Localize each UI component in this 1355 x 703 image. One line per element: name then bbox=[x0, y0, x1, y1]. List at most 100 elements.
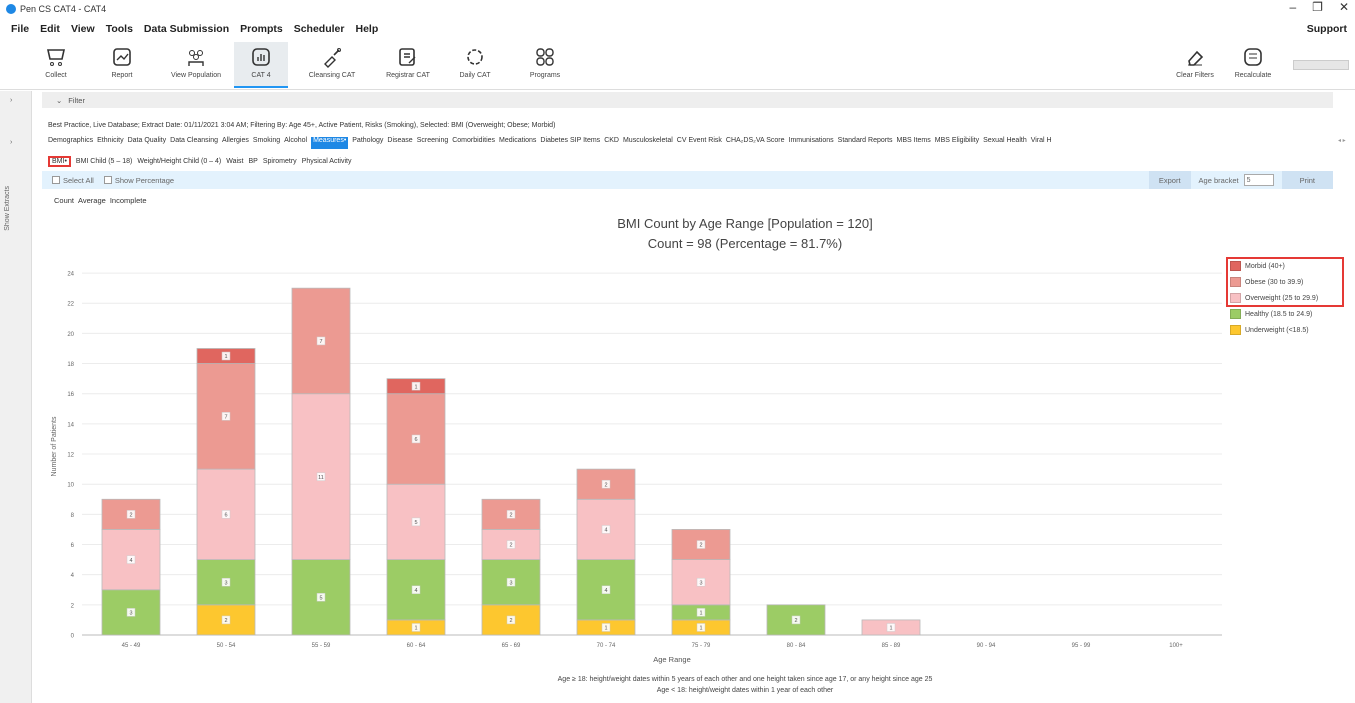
app-logo-icon bbox=[6, 4, 16, 14]
menu-edit[interactable]: Edit bbox=[40, 23, 60, 35]
restore-button[interactable]: ❐ bbox=[1312, 0, 1323, 14]
y-tick-label: 16 bbox=[67, 392, 74, 398]
expand-arrow-icon[interactable]: › bbox=[10, 97, 12, 104]
subtab-spirometry[interactable]: Spirometry bbox=[263, 158, 297, 165]
tab-ethnicity[interactable]: Ethnicity bbox=[97, 137, 123, 149]
tab-mbs-eligibility[interactable]: MBS Eligibility bbox=[935, 137, 979, 149]
filter-toggle-icon[interactable]: ⌄ bbox=[56, 96, 62, 105]
clear-filters-button[interactable]: Clear Filters bbox=[1170, 42, 1220, 88]
tab-average[interactable]: Average bbox=[78, 196, 106, 205]
menu-data-submission[interactable]: Data Submission bbox=[144, 23, 229, 35]
data-label: 11 bbox=[318, 475, 324, 481]
tab-allergies[interactable]: Allergies bbox=[222, 137, 249, 149]
tab-medications[interactable]: Medications bbox=[499, 137, 536, 149]
report-button[interactable]: Report bbox=[100, 42, 144, 88]
extracts-panel[interactable]: › › Show Extracts bbox=[0, 91, 32, 703]
tab-standard-reports[interactable]: Standard Reports bbox=[838, 137, 893, 149]
cleansing-cat-button[interactable]: Cleansing CAT bbox=[300, 42, 364, 88]
ribbon-toolbar: Collect Report View Population CAT 4 Cle… bbox=[0, 40, 1355, 90]
show-percentage-checkbox[interactable] bbox=[103, 176, 112, 184]
data-label: 3 bbox=[509, 580, 512, 586]
tab-musculoskeletal[interactable]: Musculoskeletal bbox=[623, 137, 673, 149]
subtab-physical-activity[interactable]: Physical Activity bbox=[302, 158, 352, 165]
y-axis-label: Number of Patients bbox=[51, 416, 58, 476]
menu-tools[interactable]: Tools bbox=[106, 23, 133, 35]
daily-cat-button[interactable]: Daily CAT bbox=[450, 42, 500, 88]
recalculate-button[interactable]: Recalculate bbox=[1228, 42, 1278, 88]
menu-file[interactable]: File bbox=[11, 23, 29, 35]
legend-highlight-box bbox=[1226, 257, 1344, 307]
menu-scheduler[interactable]: Scheduler bbox=[294, 23, 345, 35]
data-label: 3 bbox=[224, 580, 227, 586]
menu-view[interactable]: View bbox=[71, 23, 95, 35]
y-tick-label: 12 bbox=[67, 453, 74, 459]
legend-item[interactable]: Underweight (<18.5) bbox=[1230, 322, 1318, 338]
data-label: 7 bbox=[319, 339, 322, 345]
tab-cv-event-risk[interactable]: CV Event Risk bbox=[677, 137, 722, 149]
menu-support[interactable]: Support bbox=[1307, 23, 1347, 35]
legend-item[interactable]: Healthy (18.5 to 24.9) bbox=[1230, 306, 1318, 322]
x-tick-label: 50 - 54 bbox=[217, 643, 236, 649]
tab-incomplete[interactable]: Incomplete bbox=[110, 196, 147, 205]
minimize-button[interactable]: – bbox=[1289, 0, 1296, 14]
tab-comorbidities[interactable]: Comorbidities bbox=[452, 137, 495, 149]
tab-smoking[interactable]: Smoking bbox=[253, 137, 280, 149]
tab-screening[interactable]: Screening bbox=[417, 137, 449, 149]
cleansing-icon bbox=[324, 48, 341, 68]
tab-measures[interactable]: Measures• bbox=[311, 137, 349, 149]
select-all-checkbox[interactable] bbox=[52, 176, 60, 184]
data-label: 2 bbox=[224, 618, 227, 624]
filter-label[interactable]: Filter bbox=[68, 96, 85, 105]
show-extracts-label[interactable]: Show Extracts bbox=[4, 186, 11, 231]
title-bar: Pen CS CAT4 - CAT4 – ❐ ✕ bbox=[0, 0, 1355, 18]
filter-bar[interactable]: ⌄ Filter bbox=[42, 92, 1333, 108]
programs-button[interactable]: Programs bbox=[520, 42, 570, 88]
expand-arrow-icon-2[interactable]: › bbox=[10, 139, 12, 146]
window-title: Pen CS CAT4 - CAT4 bbox=[20, 4, 107, 14]
tab-demographics[interactable]: Demographics bbox=[48, 137, 93, 149]
subtab-bmi-child[interactable]: BMI Child (5 – 18) bbox=[76, 158, 132, 165]
export-button[interactable]: Export bbox=[1148, 171, 1191, 189]
subtab-bp[interactable]: BP bbox=[249, 158, 258, 165]
menu-bar: File Edit View Tools Data Submission Pro… bbox=[0, 20, 1355, 38]
y-tick-label: 14 bbox=[67, 422, 74, 428]
registrar-cat-button[interactable]: Registrar CAT bbox=[376, 42, 440, 88]
y-tick-label: 0 bbox=[71, 634, 75, 640]
cart-icon bbox=[47, 49, 65, 66]
tab-count[interactable]: Count bbox=[54, 196, 74, 205]
menu-prompts[interactable]: Prompts bbox=[240, 23, 283, 35]
subtab-weight-height-child[interactable]: Weight/Height Child (0 – 4) bbox=[137, 158, 221, 165]
tab-data-cleansing[interactable]: Data Cleansing bbox=[170, 137, 218, 149]
close-button[interactable]: ✕ bbox=[1339, 0, 1349, 14]
y-tick-label: 20 bbox=[67, 332, 74, 338]
registrar-icon bbox=[399, 48, 416, 66]
age-bracket-stepper[interactable]: 5 bbox=[1243, 174, 1274, 186]
data-label: 2 bbox=[604, 482, 607, 488]
search-box[interactable] bbox=[1293, 60, 1349, 70]
tab-scroll-arrows-icon[interactable]: ◂ ▸ bbox=[1338, 137, 1346, 144]
legend-swatch bbox=[1230, 325, 1241, 335]
menu-help[interactable]: Help bbox=[355, 23, 378, 35]
x-tick-label: 45 - 49 bbox=[122, 643, 141, 649]
tab-cha2ds2va[interactable]: CHA₂DS₂VA Score bbox=[726, 137, 785, 149]
collect-button[interactable]: Collect bbox=[36, 42, 76, 88]
tab-pathology[interactable]: Pathology bbox=[352, 137, 383, 149]
tab-data-quality[interactable]: Data Quality bbox=[128, 137, 167, 149]
cat4-button[interactable]: CAT 4 bbox=[234, 42, 288, 88]
data-label: 2 bbox=[699, 543, 702, 549]
subtab-bmi[interactable]: BMI• bbox=[48, 155, 71, 167]
tab-mbs-items[interactable]: MBS Items bbox=[897, 137, 931, 149]
tab-disease[interactable]: Disease bbox=[387, 137, 412, 149]
subtab-waist[interactable]: Waist bbox=[226, 158, 243, 165]
tab-ckd[interactable]: CKD bbox=[604, 137, 619, 149]
data-label: 1 bbox=[414, 626, 417, 632]
tab-sexual-health[interactable]: Sexual Health bbox=[983, 137, 1027, 149]
bmi-stacked-bar-chart: 024681012141618202224Number of Patients3… bbox=[51, 272, 1222, 664]
population-icon bbox=[188, 50, 204, 66]
tab-diabetes-sip[interactable]: Diabetes SIP Items bbox=[540, 137, 600, 149]
print-button[interactable]: Print bbox=[1281, 171, 1333, 189]
tab-viral-h[interactable]: Viral H bbox=[1031, 137, 1052, 149]
view-population-button[interactable]: View Population bbox=[164, 42, 228, 88]
tab-alcohol[interactable]: Alcohol bbox=[284, 137, 307, 149]
tab-immunisations[interactable]: Immunisations bbox=[789, 137, 834, 149]
